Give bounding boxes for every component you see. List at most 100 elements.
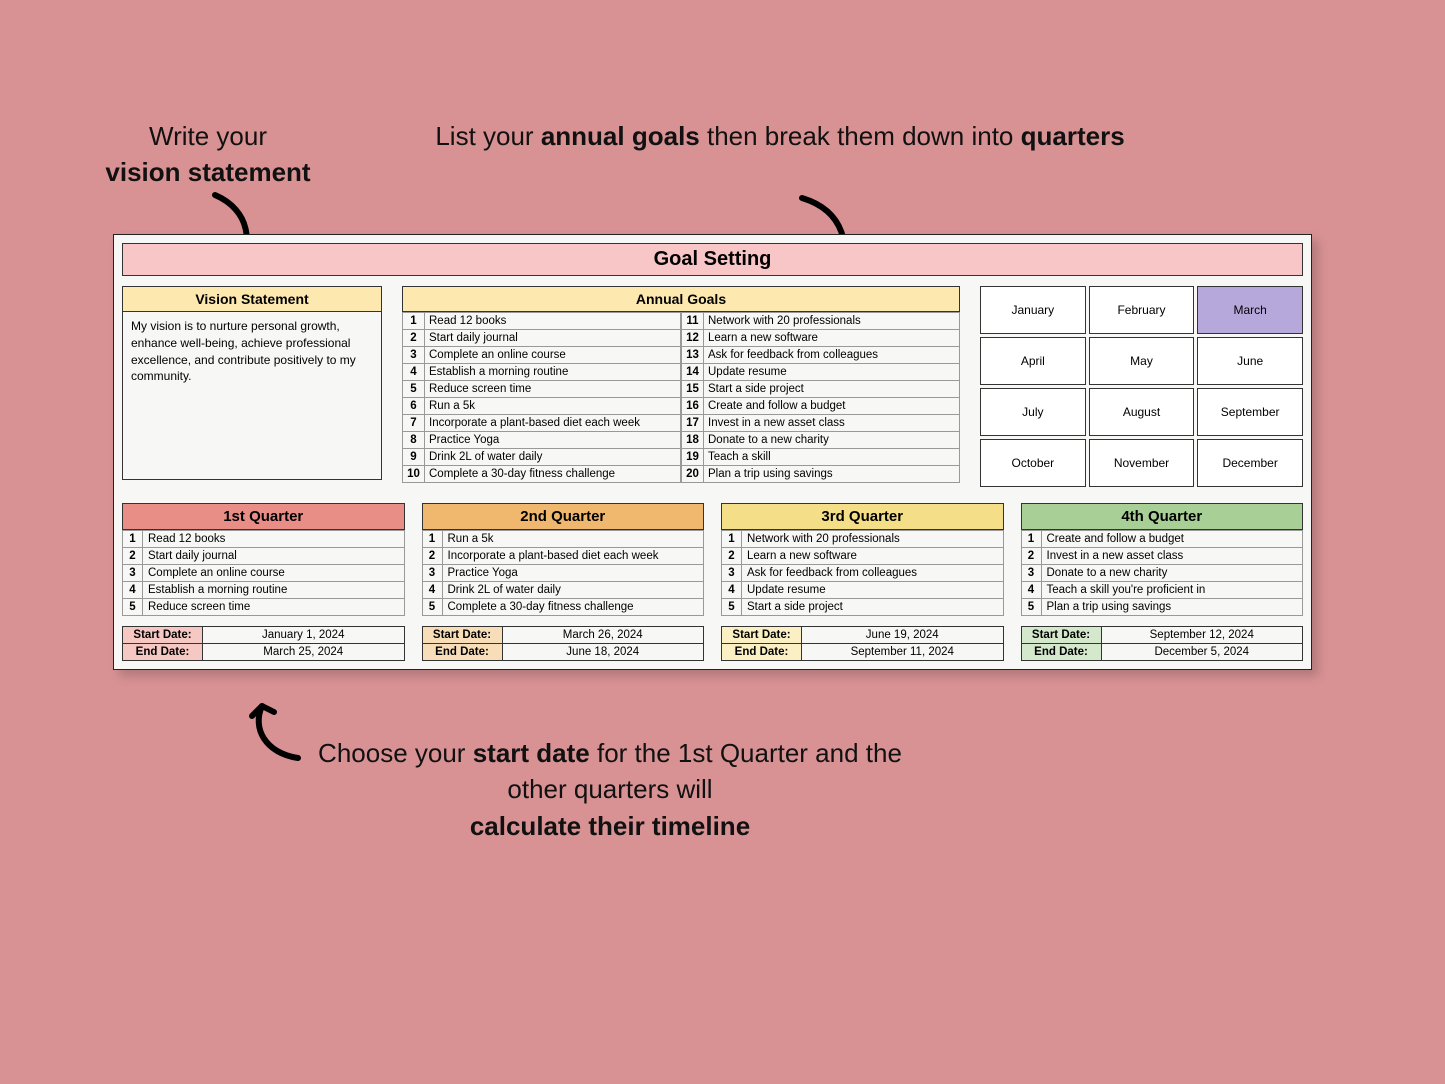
quarter-goal-text[interactable]: Run a 5k [442,531,704,548]
quarter-goal-number: 2 [1021,548,1041,565]
quarter-goal-number: 3 [722,565,742,582]
quarter-goal-text[interactable]: Start daily journal [143,548,405,565]
quarter-goal-number: 4 [722,582,742,599]
annual-goal-row: 8Practice Yoga [403,432,681,449]
quarter-goal-text[interactable]: Start a side project [742,599,1004,616]
annual-goal-text[interactable]: Complete a 30-day fitness challenge [425,466,681,483]
month-cell[interactable]: September [1197,388,1303,436]
quarter-goal-text[interactable]: Incorporate a plant-based diet each week [442,548,704,565]
annual-goal-row: 4Establish a morning routine [403,364,681,381]
quarter-goal-text[interactable]: Read 12 books [143,531,405,548]
quarter-goal-text[interactable]: Practice Yoga [442,565,704,582]
quarter-goal-number: 5 [1021,599,1041,616]
quarter-goal-text[interactable]: Establish a morning routine [143,582,405,599]
month-cell[interactable]: July [980,388,1086,436]
month-cell[interactable]: May [1089,337,1195,385]
quarter-goals: 1Read 12 books2Start daily journal3Compl… [122,530,405,616]
month-cell[interactable]: November [1089,439,1195,487]
quarter-goal-text[interactable]: Learn a new software [742,548,1004,565]
annual-goal-text[interactable]: Network with 20 professionals [704,313,960,330]
month-cell[interactable]: March [1197,286,1303,334]
arrow-dates-icon [240,698,310,768]
quarter-goal-text[interactable]: Invest in a new asset class [1041,548,1303,565]
annual-goal-text[interactable]: Read 12 books [425,313,681,330]
date-value-end[interactable]: September 11, 2024 [802,644,1004,661]
vision-text[interactable]: My vision is to nurture personal growth,… [122,312,382,480]
annual-goal-text[interactable]: Invest in a new asset class [704,415,960,432]
annual-goal-text[interactable]: Run a 5k [425,398,681,415]
annual-goal-number: 20 [682,466,704,483]
annual-goal-row: 3Complete an online course [403,347,681,364]
annual-goal-text[interactable]: Complete an online course [425,347,681,364]
annual-goal-text[interactable]: Start daily journal [425,330,681,347]
annual-goal-row: 14Update resume [682,364,960,381]
goal-sheet: Goal Setting Vision Statement My vision … [113,234,1312,670]
annual-goal-text[interactable]: Update resume [704,364,960,381]
annual-goal-text[interactable]: Establish a morning routine [425,364,681,381]
annual-goal-row: 9Drink 2L of water daily [403,449,681,466]
quarter-goal-text[interactable]: Drink 2L of water daily [442,582,704,599]
annual-goal-number: 9 [403,449,425,466]
quarter-goal-text[interactable]: Complete an online course [143,565,405,582]
annual-goal-row: 2Start daily journal [403,330,681,347]
annual-goal-text[interactable]: Drink 2L of water daily [425,449,681,466]
annual-goal-number: 16 [682,398,704,415]
quarter-goal-number: 2 [422,548,442,565]
quarter-goal-text[interactable]: Ask for feedback from colleagues [742,565,1004,582]
date-value-start[interactable]: September 12, 2024 [1101,627,1303,644]
month-cell[interactable]: February [1089,286,1195,334]
month-cell[interactable]: January [980,286,1086,334]
quarter-goal-number: 5 [722,599,742,616]
date-value-start[interactable]: March 26, 2024 [502,627,704,644]
quarter-goal-text[interactable]: Create and follow a budget [1041,531,1303,548]
month-cell[interactable]: June [1197,337,1303,385]
annual-goal-number: 5 [403,381,425,398]
annual-goal-text[interactable]: Reduce screen time [425,381,681,398]
annual-goal-text[interactable]: Ask for feedback from colleagues [704,347,960,364]
quarter-goal-text[interactable]: Teach a skill you're proficient in [1041,582,1303,599]
annual-goal-text[interactable]: Create and follow a budget [704,398,960,415]
quarter-goal-text[interactable]: Reduce screen time [143,599,405,616]
annual-goal-row: 5Reduce screen time [403,381,681,398]
quarter-dates: Start Date:March 26, 2024End Date:June 1… [422,626,705,661]
date-value-start[interactable]: June 19, 2024 [802,627,1004,644]
quarter-goal-text[interactable]: Network with 20 professionals [742,531,1004,548]
date-value-end[interactable]: December 5, 2024 [1101,644,1303,661]
date-label-end: End Date: [123,644,203,661]
quarter-goal-number: 4 [422,582,442,599]
annual-goal-text[interactable]: Learn a new software [704,330,960,347]
annual-goal-number: 3 [403,347,425,364]
annual-goal-number: 7 [403,415,425,432]
quarter-goal-number: 1 [1021,531,1041,548]
quarter-goal-text[interactable]: Complete a 30-day fitness challenge [442,599,704,616]
annual-goal-number: 19 [682,449,704,466]
quarter-header: 1st Quarter [122,503,405,530]
quarter-goal-text[interactable]: Update resume [742,582,1004,599]
month-cell[interactable]: December [1197,439,1303,487]
annual-goal-text[interactable]: Donate to a new charity [704,432,960,449]
callout-vision-bold: vision statement [105,157,310,187]
date-label-end: End Date: [722,644,802,661]
annual-goal-text[interactable]: Teach a skill [704,449,960,466]
month-cell[interactable]: August [1089,388,1195,436]
annual-goal-row: 16Create and follow a budget [682,398,960,415]
date-value-end[interactable]: March 25, 2024 [203,644,405,661]
quarter-goal-number: 1 [422,531,442,548]
month-cell[interactable]: October [980,439,1086,487]
month-cell[interactable]: April [980,337,1086,385]
annual-goal-text[interactable]: Plan a trip using savings [704,466,960,483]
quarter-goal-number: 5 [422,599,442,616]
quarter-header: 2nd Quarter [422,503,705,530]
annual-goal-row: 13Ask for feedback from colleagues [682,347,960,364]
date-value-start[interactable]: January 1, 2024 [203,627,405,644]
quarter-goal-number: 2 [123,548,143,565]
quarter-goal-text[interactable]: Plan a trip using savings [1041,599,1303,616]
quarter-goal-text[interactable]: Donate to a new charity [1041,565,1303,582]
date-value-end[interactable]: June 18, 2024 [502,644,704,661]
quarter-4: 4th Quarter1Create and follow a budget2I… [1021,503,1304,661]
annual-goal-text[interactable]: Incorporate a plant-based diet each week [425,415,681,432]
annual-goal-text[interactable]: Practice Yoga [425,432,681,449]
annual-goal-text[interactable]: Start a side project [704,381,960,398]
annual-goal-number: 15 [682,381,704,398]
date-label-start: Start Date: [123,627,203,644]
